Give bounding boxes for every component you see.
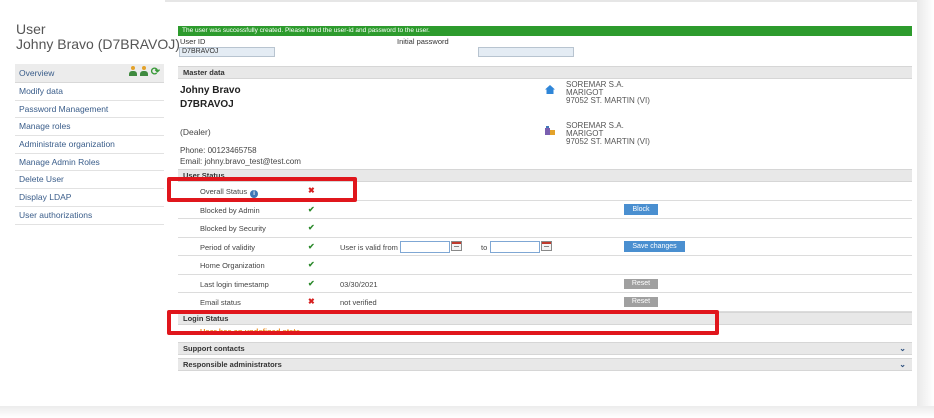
responsible-administrators-header[interactable]: Responsible administrators ⌄ bbox=[178, 357, 912, 371]
status-label: Blocked by Security bbox=[200, 224, 266, 233]
person-add-icon[interactable] bbox=[128, 66, 137, 77]
home-icon bbox=[545, 85, 555, 94]
master-data-header: Master data bbox=[178, 66, 912, 79]
sidebar-user-name: Johny Bravo (D7BRAVOJ) bbox=[16, 36, 180, 52]
initial-password-label: Initial password bbox=[397, 37, 449, 46]
sidebar-item-overview[interactable]: Overview ⟳ bbox=[15, 64, 164, 83]
valid-from-label: User is valid from bbox=[340, 242, 398, 252]
sidebar-item-user-authorizations[interactable]: User authorizations bbox=[15, 207, 164, 225]
credentials-row: User ID Initial password D7BRAVOJ bbox=[178, 36, 912, 66]
sidebar-item-administrate-organization[interactable]: Administrate organization bbox=[15, 136, 164, 154]
status-label: Last login timestamp bbox=[200, 279, 269, 289]
status-row-email-status: Email status ✖ not verified Reset bbox=[178, 293, 912, 312]
sidebar-item-label: Overview bbox=[19, 68, 55, 78]
sidebar-item-password-management[interactable]: Password Management bbox=[15, 101, 164, 119]
reset-email-status-button[interactable]: Reset bbox=[624, 297, 658, 307]
sidebar-item-modify-data[interactable]: Modify data bbox=[15, 83, 164, 101]
status-row-blocked-by-admin: Blocked by Admin ✔ Block bbox=[178, 201, 912, 219]
user-phone: Phone: 00123465758 bbox=[180, 146, 257, 155]
user-email: Email: johny.bravo_test@test.com bbox=[180, 157, 301, 166]
highlight-email-status bbox=[167, 310, 719, 335]
status-label: Blocked by Admin bbox=[200, 205, 260, 215]
overview-actions: ⟳ bbox=[128, 66, 160, 78]
status-label: Home Organization bbox=[200, 261, 265, 270]
status-row-home-organization: Home Organization ✔ bbox=[178, 256, 912, 275]
window-top-edge bbox=[165, 0, 917, 2]
status-label: Email status bbox=[200, 298, 241, 307]
user-role: (Dealer) bbox=[180, 127, 211, 137]
master-data-section: Johny Bravo D7BRAVOJ (Dealer) Phone: 001… bbox=[178, 79, 912, 169]
status-ok-icon: ✔ bbox=[308, 260, 315, 269]
sidebar-title: User bbox=[16, 21, 46, 37]
chevron-down-icon[interactable]: ⌄ bbox=[899, 359, 906, 371]
user-full-name: Johny Bravo bbox=[180, 85, 241, 96]
window-right-shadow bbox=[917, 0, 934, 418]
calendar-icon[interactable] bbox=[451, 240, 462, 251]
valid-to-label: to bbox=[481, 242, 488, 252]
chevron-down-icon[interactable]: ⌄ bbox=[899, 343, 906, 355]
status-row-blocked-by-security: Blocked by Security ✔ bbox=[178, 219, 912, 238]
status-label: Period of validity bbox=[200, 242, 256, 252]
organization-icon bbox=[545, 126, 555, 135]
sidebar-item-manage-roles[interactable]: Manage roles bbox=[15, 118, 164, 137]
status-ok-icon: ✔ bbox=[308, 241, 315, 251]
status-row-last-login: Last login timestamp ✔ 03/30/2021 Reset bbox=[178, 275, 912, 293]
sidebar-item-delete-user[interactable]: Delete User bbox=[15, 171, 164, 190]
status-fail-icon: ✖ bbox=[308, 297, 315, 306]
user-id-label: User ID bbox=[180, 37, 206, 46]
address-home: SOREMAR S.A. MARIGOT 97052 ST. MARTIN (V… bbox=[566, 80, 650, 105]
support-contacts-header[interactable]: Support contacts ⌄ bbox=[178, 341, 912, 355]
status-ok-icon: ✔ bbox=[308, 223, 315, 232]
initial-password-field[interactable] bbox=[478, 47, 574, 57]
success-banner: The user was successfully created. Pleas… bbox=[178, 26, 912, 36]
last-login-value: 03/30/2021 bbox=[340, 279, 378, 289]
sidebar-item-manage-admin-roles[interactable]: Manage Admin Roles bbox=[15, 154, 164, 172]
window-bottom-shadow bbox=[0, 406, 934, 418]
person-icon[interactable] bbox=[139, 66, 148, 77]
status-ok-icon: ✔ bbox=[308, 204, 315, 214]
calendar-icon[interactable] bbox=[541, 240, 552, 251]
sidebar-nav: Overview ⟳ Modify data Password Manageme… bbox=[15, 64, 164, 225]
email-status-value: not verified bbox=[340, 298, 377, 307]
reset-last-login-button[interactable]: Reset bbox=[624, 278, 658, 289]
user-id-display: D7BRAVOJ bbox=[180, 99, 234, 110]
refresh-icon[interactable]: ⟳ bbox=[151, 66, 160, 78]
valid-to-date-input[interactable] bbox=[490, 240, 540, 253]
user-id-field[interactable]: D7BRAVOJ bbox=[179, 47, 275, 57]
address-organization: SOREMAR S.A. MARIGOT 97052 ST. MARTIN (V… bbox=[566, 121, 650, 146]
status-row-period-of-validity: Period of validity ✔ User is valid from … bbox=[178, 238, 912, 256]
save-changes-button[interactable]: Save changes bbox=[624, 240, 685, 252]
status-ok-icon: ✔ bbox=[308, 278, 315, 288]
sidebar-item-display-ldap[interactable]: Display LDAP bbox=[15, 189, 164, 207]
block-button[interactable]: Block bbox=[624, 203, 658, 215]
highlight-overall-status bbox=[167, 177, 357, 202]
valid-from-date-input[interactable] bbox=[400, 240, 450, 253]
